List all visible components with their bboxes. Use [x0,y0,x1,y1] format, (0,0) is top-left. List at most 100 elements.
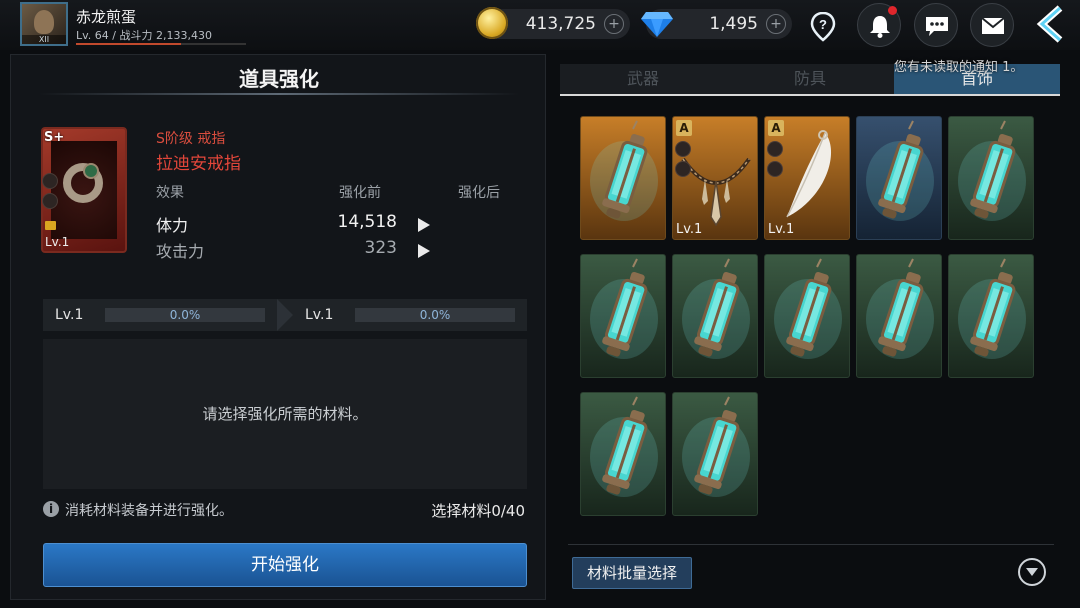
inventory-item[interactable]: A Lv.1 [672,116,758,240]
socket-icon [42,193,58,209]
chevron-left-icon[interactable] [1032,4,1072,44]
inventory-item[interactable] [672,392,758,516]
notification-dot [888,6,897,15]
svg-text:?: ? [819,17,827,32]
inventory-item[interactable] [672,254,758,378]
selected-item-card[interactable]: S+ Lv.1 [41,127,127,253]
batch-select-button[interactable]: 材料批量选择 [572,557,692,589]
level-after-label: Lv.1 [305,307,334,323]
socket-icon [42,173,58,189]
exp-progress-bar: 0.0% [105,308,265,322]
inventory-item[interactable]: A Lv.1 [764,116,850,240]
item-level: Lv.1 [45,235,70,249]
progress-percent: 0.0% [169,308,201,322]
stat-before: 323 [364,238,397,258]
level-after: Lv.1 0.0% [293,299,527,331]
inventory-item[interactable] [764,254,850,378]
socket-icon [675,161,691,177]
socket-icon [767,161,783,177]
avatar-face [34,10,54,34]
item-level: Lv.1 [676,222,703,237]
item-level: Lv.1 [768,222,795,237]
lantern-icon [682,258,750,359]
material-count: 选择材料0/40 [431,502,525,520]
item-grade-type: S阶级 戒指 [156,131,226,147]
mail-button[interactable] [970,3,1014,47]
scroll-down-icon[interactable] [1018,558,1046,586]
material-hint: 请选择强化所需的材料。 [202,405,368,423]
gold-value: 413,725 [525,14,596,34]
gem-value: 1,495 [709,14,758,34]
info-icon: i [43,501,59,517]
bottom-divider [568,544,1054,545]
start-enhance-button[interactable]: 开始强化 [43,543,527,587]
notification-toast: 您有未读取的通知 1。 [894,60,1024,75]
exp-bar [76,43,246,45]
add-gold-button[interactable]: + [604,14,624,34]
inventory-item[interactable] [948,116,1034,240]
column-after: 强化后 [458,185,500,201]
chat-bubble-icon [926,17,948,36]
enhance-panel: 道具强化 S+ Lv.1 S阶级 戒指 拉迪安戒指 效果 强化前 强化后 体力 … [10,54,546,600]
lock-icon [45,221,56,230]
player-stats: Lv. 64 / 战斗力 2,133,430 [76,29,212,42]
lantern-icon [774,258,842,359]
socket-icon [767,141,783,157]
page-title: 道具强化 [239,67,319,91]
envelope-icon [981,17,1005,34]
tab-weapon[interactable]: 武器 [560,64,726,94]
level-before: Lv.1 0.0% [43,299,277,331]
socket-icon [675,141,691,157]
inventory-panel: 武器 防具 首饰 您有未读取的通知 1。 A Lv.1 A Lv.1 材料批量选择 [556,54,1070,600]
grade-badge: S+ [44,130,65,145]
lantern-icon [958,258,1026,359]
top-bar: XII 赤龙煎蛋 Lv. 64 / 战斗力 2,133,430 413,725 … [0,0,1080,50]
inventory-item[interactable] [856,254,942,378]
lantern-icon [590,120,658,221]
arrow-right-icon [418,244,430,258]
inventory-item[interactable] [948,254,1034,378]
stat-label: 攻击力 [156,242,205,261]
stat-label: 体力 [156,216,189,235]
inventory-item[interactable] [580,116,666,240]
item-name: 拉迪安戒指 [156,154,241,174]
player-name: 赤龙煎蛋 [76,8,137,26]
lantern-icon [590,258,658,359]
inventory-item[interactable] [580,392,666,516]
help-button[interactable]: ? [801,3,845,47]
title-divider [39,93,519,95]
inventory-item[interactable] [856,116,942,240]
grade-a-badge: A [768,120,784,136]
add-gem-button[interactable]: + [766,14,786,34]
lantern-icon [866,120,934,221]
player-rank: XII [22,35,66,44]
gold-coin-icon [476,7,508,39]
chat-button[interactable] [914,3,958,47]
blue-gem-icon [641,12,673,37]
column-before: 强化前 [339,185,381,201]
player-avatar[interactable]: XII [20,2,68,46]
material-slot-area[interactable]: 请选择强化所需的材料。 [43,339,527,489]
column-effect: 效果 [156,185,184,201]
lantern-icon [682,396,750,497]
bell-icon [870,16,890,38]
level-before-label: Lv.1 [55,307,84,323]
lantern-icon [590,396,658,497]
level-progress-strip: Lv.1 0.0% Lv.1 0.0% [43,299,527,331]
progress-percent: 0.0% [419,308,451,322]
stat-before: 14,518 [337,212,397,232]
gem-counter: 1,495 + [641,9,792,39]
lantern-icon [958,120,1026,221]
tab-armor[interactable]: 防具 [727,64,893,94]
grade-a-badge: A [676,120,692,136]
ring-gem [83,163,99,179]
chevron-right-icon [277,299,293,331]
arrow-right-icon [418,218,430,232]
question-pin-icon: ? [810,12,836,42]
exp-progress-bar: 0.0% [355,308,515,322]
info-text: 消耗材料装备并进行强化。 [65,503,233,519]
inventory-item[interactable] [580,254,666,378]
lantern-icon [866,258,934,359]
notification-button[interactable] [857,3,901,47]
gold-counter: 413,725 + [476,7,630,39]
